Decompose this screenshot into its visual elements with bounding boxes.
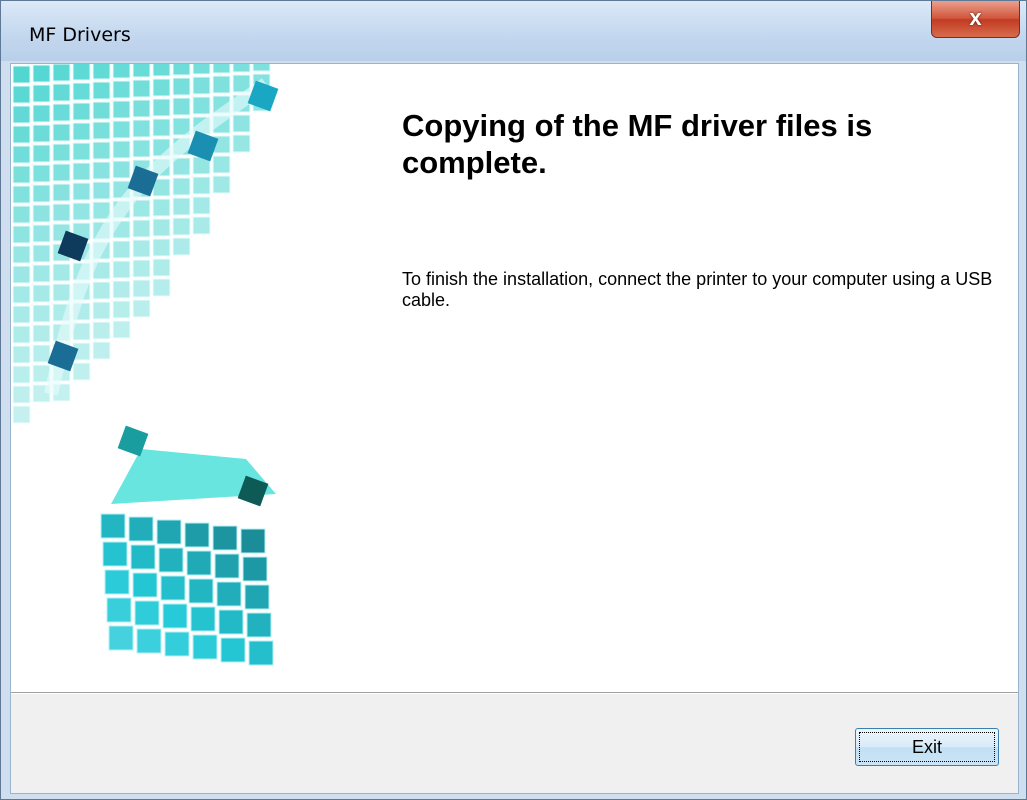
title-bar[interactable]: MF Drivers x — [1, 1, 1026, 61]
dialog-content: Copying of the MF driver files is comple… — [10, 63, 1019, 794]
installer-window: MF Drivers x Copying of the MF driver fi… — [0, 0, 1027, 800]
window-title: MF Drivers — [29, 24, 131, 46]
completion-heading: Copying of the MF driver files is comple… — [402, 108, 873, 180]
exit-button[interactable]: Exit — [855, 728, 999, 766]
instruction-text: To finish the installation, connect the … — [402, 269, 993, 310]
close-icon: x — [969, 5, 982, 30]
button-bar: Exit — [11, 694, 1018, 793]
focus-ring — [859, 732, 995, 762]
close-button[interactable]: x — [931, 1, 1020, 38]
cube-graphic — [11, 64, 341, 692]
